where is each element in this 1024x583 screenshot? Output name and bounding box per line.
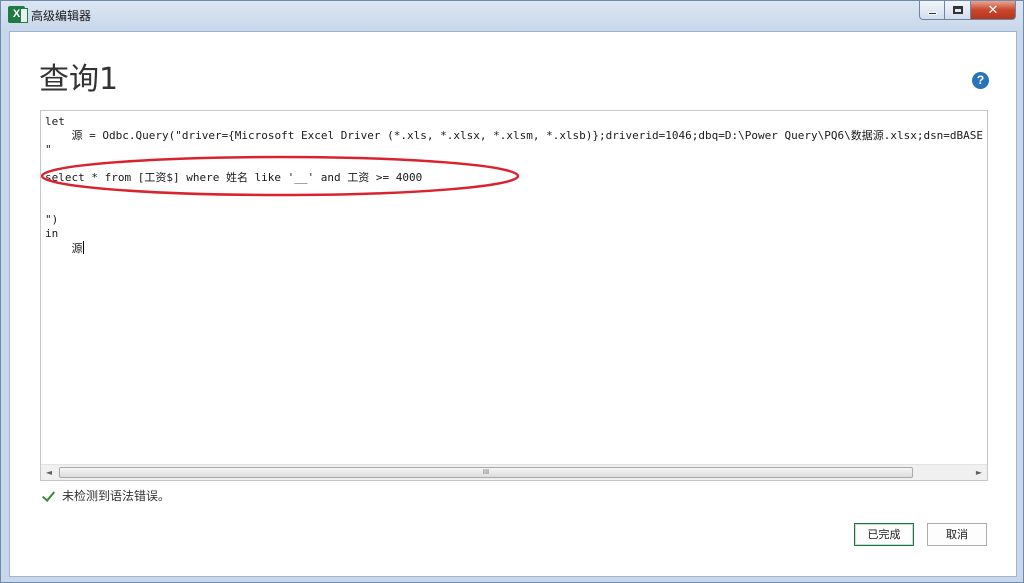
minimize-button[interactable] bbox=[919, 1, 945, 20]
code-line-text: 源 bbox=[45, 242, 83, 255]
window-title: 高级编辑器 bbox=[31, 9, 92, 23]
maximize-icon bbox=[952, 6, 963, 14]
code-area[interactable]: let 源 = Odbc.Query("driver={Microsoft Ex… bbox=[41, 111, 987, 465]
help-icon[interactable]: ? bbox=[972, 72, 989, 89]
code-editor[interactable]: let 源 = Odbc.Query("driver={Microsoft Ex… bbox=[40, 110, 988, 481]
text-caret bbox=[82, 241, 84, 254]
window-frame: X 高级编辑器 ✕ 查询1 ? let 源 = Odbc.Query("driv… bbox=[0, 0, 1024, 583]
title-bar[interactable]: X 高级编辑器 ✕ bbox=[1, 1, 1023, 27]
scroll-right-icon[interactable]: ► bbox=[971, 465, 987, 480]
done-button[interactable]: 已完成 bbox=[854, 523, 914, 546]
cancel-button[interactable]: 取消 bbox=[927, 523, 987, 546]
scroll-thumb[interactable]: III bbox=[59, 467, 913, 478]
code-line: select * from [工资$] where 姓名 like '__' a… bbox=[45, 171, 423, 184]
code-line: in bbox=[45, 227, 59, 240]
syntax-status: 未检测到语法错误。 bbox=[41, 487, 170, 504]
horizontal-scrollbar[interactable]: ◄ III ► bbox=[41, 464, 987, 480]
status-text: 未检测到语法错误。 bbox=[62, 489, 171, 503]
excel-icon: X bbox=[8, 6, 28, 23]
maximize-button[interactable] bbox=[945, 1, 971, 20]
close-icon: ✕ bbox=[987, 2, 999, 18]
window-controls: ✕ bbox=[919, 1, 1016, 20]
editor-dialog: 查询1 ? let 源 = Odbc.Query("driver={Micros… bbox=[9, 31, 1017, 577]
code-line: 源 bbox=[45, 241, 84, 255]
code-line: let bbox=[45, 115, 65, 128]
page-title: 查询1 bbox=[39, 62, 119, 97]
close-button[interactable]: ✕ bbox=[971, 1, 1016, 20]
scroll-left-icon[interactable]: ◄ bbox=[41, 465, 57, 480]
code-line: ") bbox=[45, 213, 59, 226]
code-line: 源 = Odbc.Query("driver={Microsoft Excel … bbox=[45, 129, 984, 142]
minimize-icon bbox=[927, 11, 937, 15]
checkmark-icon bbox=[41, 489, 54, 502]
code-line: " bbox=[45, 143, 52, 156]
